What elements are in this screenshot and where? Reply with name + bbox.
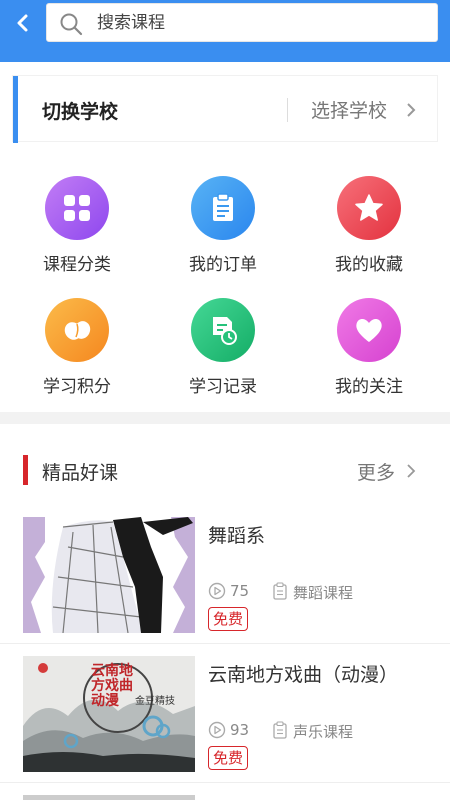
divider	[287, 98, 288, 122]
play-count-icon	[208, 721, 226, 739]
play-count-icon	[208, 582, 226, 600]
select-school-link[interactable]: 选择学校	[311, 96, 387, 123]
grid-label: 学习记录	[189, 377, 257, 397]
course-thumbnail[interactable]: 云南地方戏曲动漫 金豆精技	[23, 656, 195, 772]
accent-bar	[13, 76, 18, 143]
category-icon	[273, 721, 287, 739]
play-count: 93	[230, 721, 250, 739]
grid-icon	[45, 176, 109, 240]
free-badge: 免费	[208, 607, 249, 631]
bean-icon	[45, 298, 109, 362]
heart-icon	[337, 298, 401, 362]
more-link[interactable]: 更多	[357, 458, 395, 485]
back-arrow-icon[interactable]	[10, 10, 36, 36]
switch-school-title: 切换学校	[42, 101, 119, 123]
course-title[interactable]: 舞蹈系	[208, 521, 265, 548]
grid-label: 课程分类	[43, 255, 111, 275]
course-category: 声乐课程	[293, 723, 354, 741]
course-thumbnail[interactable]	[23, 517, 195, 633]
grid-item-study-points[interactable]: 学习积分	[12, 298, 142, 408]
search-input[interactable]	[97, 10, 417, 36]
grid-item-study-records[interactable]: 学习记录	[158, 298, 288, 408]
grid-label: 学习积分	[43, 377, 111, 397]
free-badge: 免费	[208, 746, 249, 770]
search-icon	[60, 13, 83, 36]
grid-label: 我的关注	[335, 377, 403, 397]
chevron-right-icon[interactable]	[406, 463, 416, 479]
section-gap	[0, 412, 450, 424]
grid-label: 我的收藏	[335, 255, 403, 275]
poster-subtitle: 金豆精技	[135, 696, 175, 707]
course-item[interactable]: 云南地方戏曲动漫 金豆精技 云南地方戏曲（动漫） 93 声乐课程 免费	[0, 656, 450, 794]
course-title[interactable]: 云南地方戏曲（动漫）	[208, 660, 398, 687]
section-title: 精品好课	[42, 462, 119, 484]
divider	[0, 643, 450, 644]
star-icon	[337, 176, 401, 240]
clipboard-icon	[191, 176, 255, 240]
course-item[interactable]: 舞蹈系 75 舞蹈课程 免费	[0, 517, 450, 655]
top-bar	[0, 0, 450, 62]
grid-item-my-favorites[interactable]: 我的收藏	[304, 176, 434, 286]
play-count: 75	[230, 582, 250, 600]
category-icon	[273, 582, 287, 600]
grid-item-my-follows[interactable]: 我的关注	[304, 298, 434, 408]
search-box[interactable]	[46, 3, 438, 42]
chevron-right-icon	[407, 103, 416, 117]
course-category: 舞蹈课程	[293, 584, 354, 602]
poster-calligraphy: 云南地方戏曲动漫	[91, 663, 133, 709]
section-accent-bar	[23, 455, 28, 485]
course-item-partial[interactable]	[23, 795, 195, 800]
school-switch-card[interactable]: 切换学校 选择学校	[12, 75, 438, 143]
grid-label: 我的订单	[189, 255, 257, 275]
grid-item-my-orders[interactable]: 我的订单	[158, 176, 288, 286]
divider	[0, 782, 450, 783]
record-icon	[191, 298, 255, 362]
grid-item-course-category[interactable]: 课程分类	[12, 176, 142, 286]
